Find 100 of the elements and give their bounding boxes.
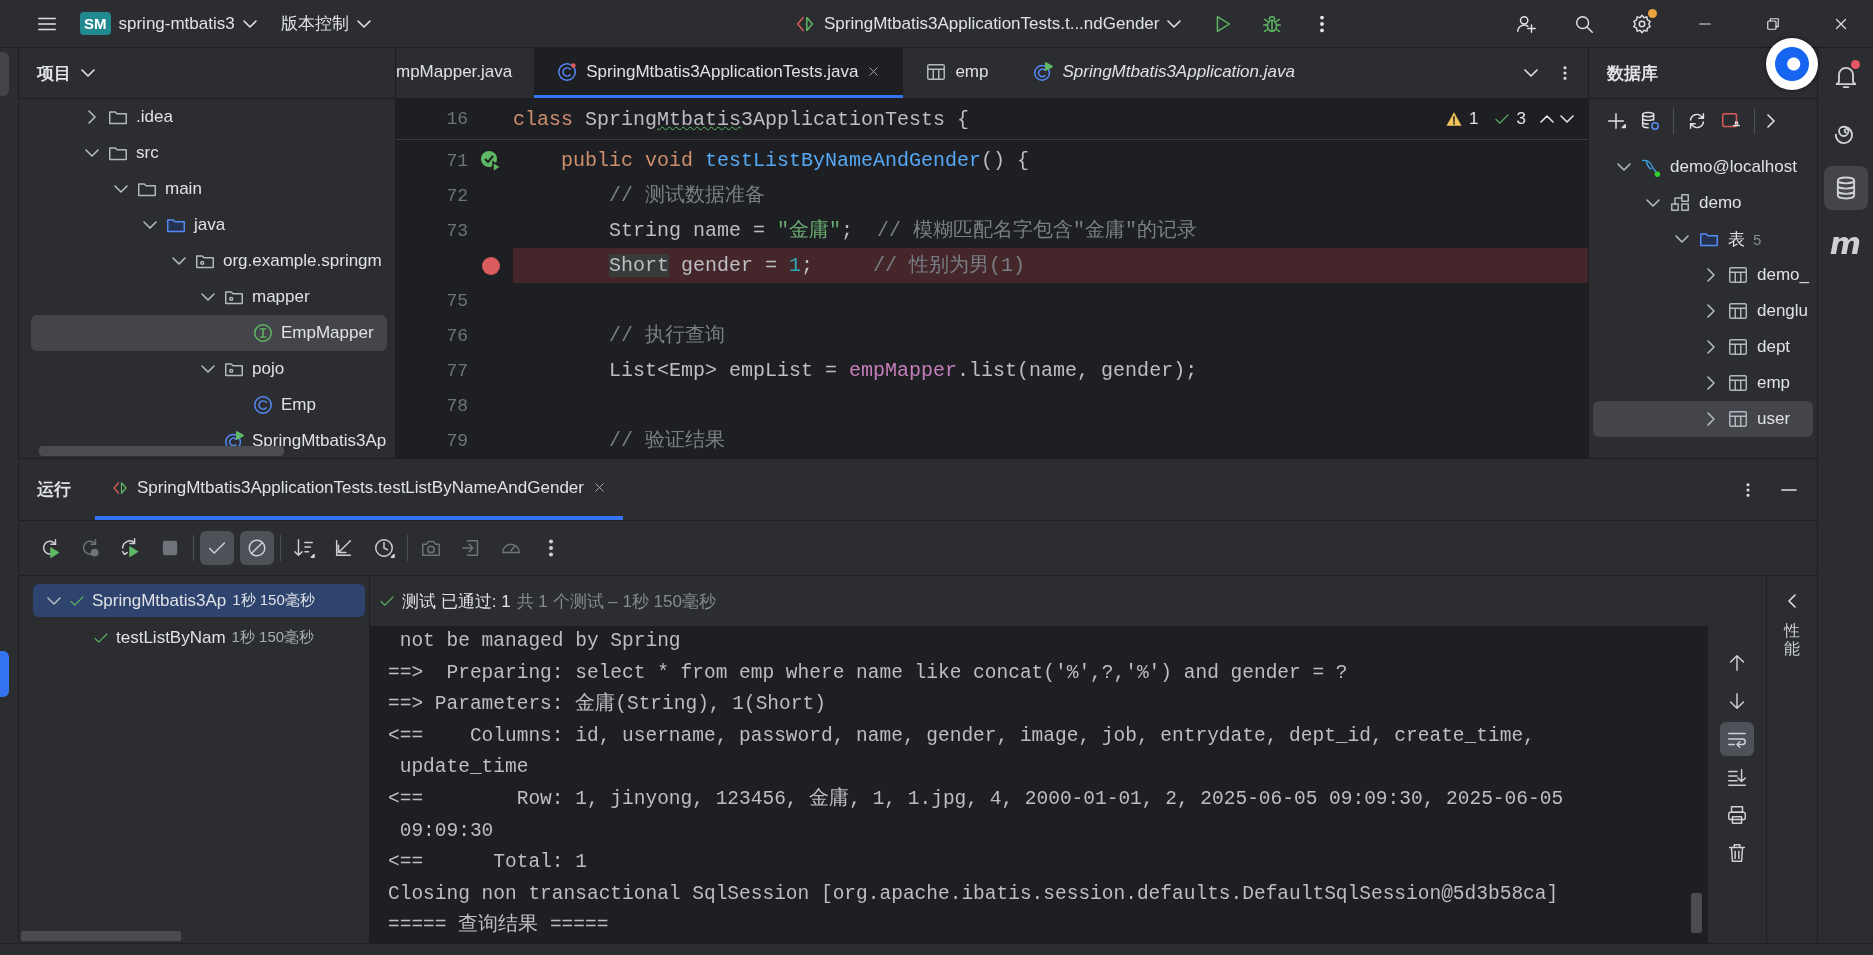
add-icon[interactable]	[1605, 110, 1627, 132]
panel-title: 项目	[37, 62, 71, 85]
chevron-down-icon[interactable]	[1524, 69, 1538, 77]
tree-item[interactable]: pojo	[31, 351, 387, 387]
code-line: String name = "金庸"; // 模糊匹配名字包含"金庸"的记录	[608, 218, 1199, 244]
table-icon	[1727, 300, 1749, 322]
console-line: Closing non transactional SqlSession [org.apache.ibatis.session.defaults.DefaultSqlSession@5d3b58ca]	[388, 881, 1559, 907]
tree-item[interactable]: emp	[1593, 365, 1813, 401]
table-icon	[1727, 372, 1749, 394]
editor-tab[interactable]: emp	[903, 48, 1011, 98]
panel-title: 数据库	[1607, 62, 1658, 85]
plugin-logo[interactable]: m	[1829, 229, 1862, 259]
chevron-down-icon[interactable]	[81, 69, 95, 77]
console-line: ==> Preparing: select * from emp where name like concat('%',?,'%') and gender = ?	[388, 660, 1348, 686]
toggle-button[interactable]	[200, 531, 234, 565]
console-line: not be managed by Spring	[398, 629, 681, 654]
tree-item[interactable]: SpringMtbatis3Ap	[31, 423, 387, 458]
tree-item[interactable]: src	[31, 135, 387, 171]
scrollbar[interactable]	[1691, 893, 1702, 933]
rerun-loop-icon[interactable]	[119, 537, 141, 559]
toggle-button[interactable]	[240, 531, 274, 565]
passed-count[interactable]: 3	[1516, 109, 1526, 129]
class-icon	[252, 394, 274, 416]
scrollbar[interactable]	[21, 931, 181, 941]
minimize-icon[interactable]	[1781, 488, 1797, 491]
settings-icon[interactable]	[1631, 12, 1653, 35]
code-line: class SpringMtbatis3ApplicationTests {	[513, 107, 970, 131]
run-tab[interactable]: SpringMtbatis3ApplicationTests.testListByNameAndGender	[95, 459, 623, 520]
run-class-icon	[1032, 60, 1055, 83]
line-number: 77	[445, 360, 468, 381]
chevron-up-icon[interactable]	[1540, 115, 1554, 123]
code-line: // 验证结果	[608, 428, 727, 454]
tree-item[interactable]: java	[31, 207, 387, 243]
tree-item[interactable]: dept	[1593, 329, 1813, 365]
side-tab[interactable]: 性能	[1784, 622, 1800, 658]
code-line: List<Emp> empList = empMapper.list(name, gender);	[608, 358, 1199, 384]
console-line: 09:09:30	[398, 818, 494, 844]
tree-item[interactable]: org.example.springm	[31, 243, 387, 279]
vcs-menu[interactable]: 版本控制	[272, 8, 379, 39]
code-line: // 执行查询	[608, 323, 727, 349]
test-summary: 共 1 个测试 – 1秒 150毫秒	[516, 590, 716, 613]
test-item[interactable]: SpringMtbatis3Ap 1秒 150毫秒	[33, 584, 365, 617]
tree-item[interactable]: demo	[1593, 185, 1813, 221]
project-switcher[interactable]: SM spring-mtbatis3	[72, 8, 265, 39]
tree-item[interactable]: main	[31, 171, 387, 207]
line-number: 76	[445, 325, 468, 346]
chevron-down-icon[interactable]	[1560, 115, 1574, 123]
tree-item[interactable]: denglu	[1593, 293, 1813, 329]
line-number: 75	[445, 290, 468, 311]
sort-icon[interactable]	[293, 537, 315, 559]
run-test-icon[interactable]	[478, 148, 503, 173]
test-duration: 1秒 150毫秒	[232, 591, 315, 610]
printer-icon[interactable]	[1726, 804, 1748, 826]
tree-item[interactable]: user	[1593, 401, 1813, 437]
console-line: update_time	[398, 755, 529, 781]
tree-item[interactable]: .idea	[31, 99, 387, 135]
console-line: ==> Parameters: 金庸(String), 1(Short)	[388, 691, 826, 718]
toggle-button[interactable]	[1720, 722, 1754, 756]
chevron-left-icon[interactable]	[1788, 594, 1796, 608]
editor-tab[interactable]: SpringMtbatis3ApplicationTests.java	[534, 48, 904, 98]
line-number: 73	[445, 220, 468, 241]
editor-tab[interactable]: SpringMtbatis3Application.java	[1010, 48, 1317, 98]
test-item[interactable]: testListByNam 1秒 150毫秒	[33, 621, 365, 654]
warning-count[interactable]: 1	[1469, 109, 1479, 129]
chevron-right-icon[interactable]	[1767, 114, 1775, 128]
panel-title: 运行	[37, 479, 71, 501]
test-result: 测试 已通过: 1	[402, 590, 511, 613]
code-line: // 测试数据准备	[608, 183, 767, 209]
trash-icon[interactable]	[1726, 842, 1748, 864]
warning-icon	[1445, 110, 1464, 128]
tree-item[interactable]: demo@localhost	[1593, 149, 1813, 185]
tool-window-button[interactable]	[1823, 166, 1868, 210]
interface-icon	[252, 322, 274, 344]
table-icon	[1727, 336, 1749, 358]
project-badge: SM	[80, 12, 111, 35]
database-settings-icon[interactable]	[1639, 110, 1661, 132]
test-duration: 1秒 150毫秒	[231, 628, 315, 647]
item-count: 5	[1753, 230, 1762, 248]
tree-item[interactable]: mapper	[31, 279, 387, 315]
tree-item[interactable]: 表 5	[1593, 221, 1813, 257]
line-number: 71	[445, 150, 468, 171]
tree-item[interactable]: Emp	[31, 387, 387, 423]
table-icon	[1727, 408, 1749, 430]
class-icon	[556, 60, 579, 83]
clock-icon[interactable]	[373, 537, 395, 559]
chevron-down-icon	[242, 19, 257, 28]
code-line: public void testListByNameAndGender() {	[560, 148, 1031, 174]
chevron-down-icon	[1167, 19, 1182, 28]
line-number: 79	[445, 430, 468, 451]
console-line: ===== 查询结果 =====	[388, 912, 609, 939]
breakpoint-icon[interactable]	[481, 256, 500, 275]
tree-item[interactable]: demo_	[1593, 257, 1813, 293]
table-icon	[1727, 264, 1749, 286]
tree-item[interactable]: EmpMapper	[31, 315, 387, 351]
run-configuration[interactable]: SpringMtbatis3ApplicationTests.t...ndGender	[786, 8, 1190, 39]
line-number: 72	[445, 185, 468, 206]
editor-tab[interactable]: mpMapper.java	[396, 48, 535, 98]
scroll-end-icon[interactable]	[1726, 766, 1748, 788]
console-line: <== Columns: id, username, password, name, gender, image, job, entrydate, dept_id, create_time,	[388, 723, 1535, 749]
ban-icon[interactable]	[246, 537, 268, 559]
